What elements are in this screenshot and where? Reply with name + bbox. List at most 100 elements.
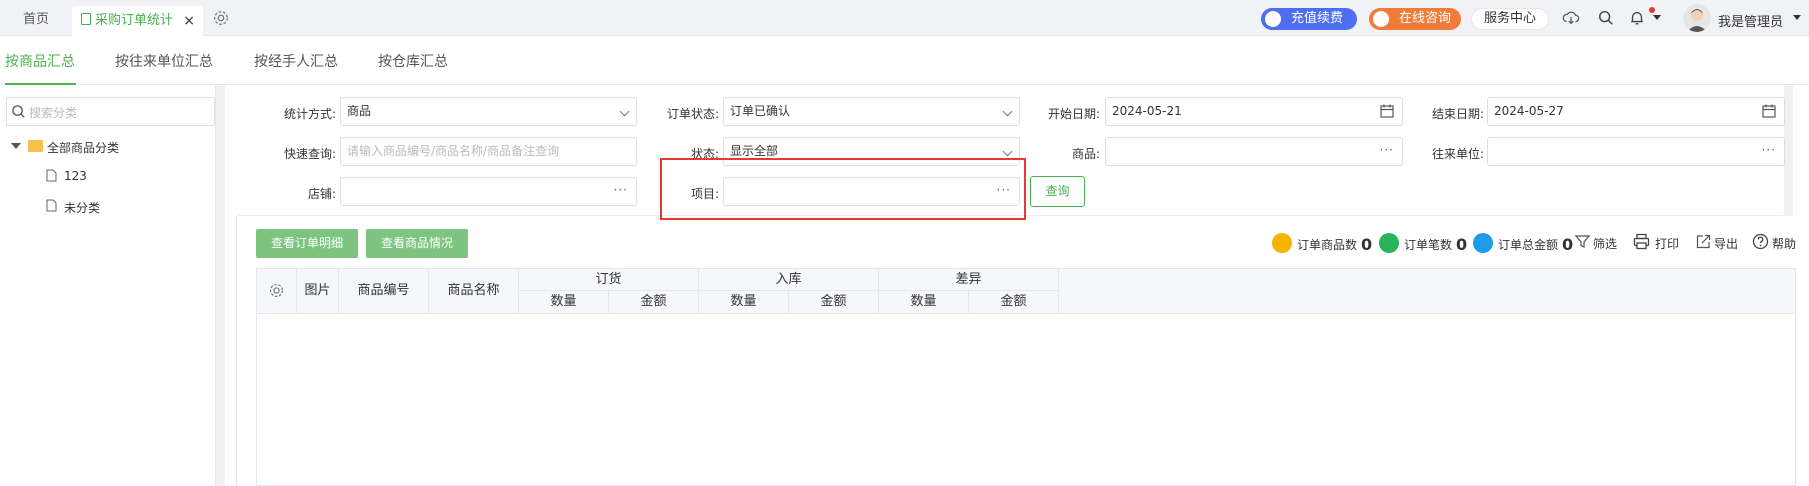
column-header-inbound-qty[interactable]: 数量 xyxy=(699,291,789,313)
order-count-icon xyxy=(1379,233,1399,253)
column-header-name[interactable]: 商品名称 xyxy=(429,269,519,313)
online-consult-button[interactable]: 在线咨询 xyxy=(1369,8,1461,30)
filter-button[interactable]: 筛选 xyxy=(1593,235,1617,252)
column-header-code[interactable]: 商品编号 xyxy=(339,269,429,313)
order-status-value: 订单已确认 xyxy=(730,104,791,118)
chevron-down-icon[interactable] xyxy=(1653,15,1661,20)
chevron-down-icon xyxy=(619,106,630,117)
tab-by-warehouse[interactable]: 按仓库汇总 xyxy=(378,51,448,71)
total-amount-icon xyxy=(1473,233,1493,253)
more-icon[interactable]: ··· xyxy=(1762,137,1776,164)
calendar-icon[interactable] xyxy=(1762,104,1776,118)
chat-icon xyxy=(1373,11,1389,27)
active-tab-underline xyxy=(5,83,76,85)
tab-by-product[interactable]: 按商品汇总 xyxy=(5,51,75,71)
column-group-order: 订货 xyxy=(519,269,699,291)
order-count: 订单笔数 0 xyxy=(1404,235,1467,254)
start-date-value: 2024-05-21 xyxy=(1112,104,1182,118)
order-total-amount: 订单总金额 0 xyxy=(1498,235,1573,254)
folder-icon xyxy=(28,140,43,152)
order-product-count: 订单商品数 0 xyxy=(1297,235,1372,254)
view-product-button[interactable]: 查看商品情况 xyxy=(366,229,468,258)
column-header-order-qty[interactable]: 数量 xyxy=(519,291,609,313)
tree-expand-icon[interactable] xyxy=(11,143,21,149)
chevron-down-icon xyxy=(1002,106,1013,117)
tab-by-handler[interactable]: 按经手人汇总 xyxy=(254,51,338,71)
recharge-label: 充值续费 xyxy=(1291,11,1344,26)
help-button[interactable]: 帮助 xyxy=(1772,235,1796,252)
recharge-button[interactable]: 充值续费 xyxy=(1261,8,1357,30)
tree-root-all-categories[interactable]: 全部商品分类 xyxy=(47,139,119,156)
grid-header: 图片 商品编号 商品名称 订货 数量 金额 入库 数量 金额 差异 数量 金额 xyxy=(257,269,1795,314)
column-header-image[interactable]: 图片 xyxy=(297,269,339,313)
gear-icon[interactable] xyxy=(212,9,230,27)
file-icon xyxy=(46,199,57,212)
status-value: 显示全部 xyxy=(730,144,779,158)
quick-query-input[interactable]: 请输入商品编号/商品名称/商品备注查询 xyxy=(340,137,637,166)
store-label: 店铺: xyxy=(307,187,336,201)
chevron-down-icon[interactable] xyxy=(1793,15,1801,20)
tab-home[interactable]: 首页 xyxy=(0,0,72,36)
query-button[interactable]: 查询 xyxy=(1030,176,1085,207)
end-date-value: 2024-05-27 xyxy=(1494,104,1564,118)
category-search-input[interactable]: 搜索分类 xyxy=(6,97,215,126)
tree-item-uncategorized[interactable]: 未分类 xyxy=(64,199,100,216)
column-header-diff-qty[interactable]: 数量 xyxy=(879,291,969,313)
consult-label: 在线咨询 xyxy=(1399,11,1452,26)
document-icon xyxy=(81,13,91,25)
form-scrollbar[interactable] xyxy=(1784,86,1793,216)
header-divider xyxy=(519,290,1059,291)
view-order-detail-button[interactable]: 查看订单明细 xyxy=(256,229,358,258)
export-button[interactable]: 导出 xyxy=(1714,235,1738,252)
column-header-diff-amount[interactable]: 金额 xyxy=(969,291,1059,313)
column-settings-cell[interactable] xyxy=(257,269,297,313)
printer-icon[interactable] xyxy=(1633,233,1650,250)
order-status-select[interactable]: 订单已确认 xyxy=(723,97,1020,126)
partner-picker[interactable]: ··· xyxy=(1487,137,1785,166)
column-group-inbound: 入库 xyxy=(699,269,879,291)
highlight-box xyxy=(660,158,1026,220)
end-date-input[interactable]: 2024-05-27 xyxy=(1487,97,1785,126)
divider xyxy=(236,216,237,486)
more-icon[interactable]: ··· xyxy=(1380,137,1394,164)
column-header-inbound-amount[interactable]: 金额 xyxy=(789,291,879,313)
column-header-order-amount[interactable]: 金额 xyxy=(609,291,699,313)
gear-icon[interactable] xyxy=(268,282,285,299)
end-date-label: 结束日期: xyxy=(1431,107,1484,121)
start-date-input[interactable]: 2024-05-21 xyxy=(1105,97,1403,126)
tree-item-123[interactable]: 123 xyxy=(64,169,87,183)
tab-purchase-order-stats[interactable]: 采购订单统计 × xyxy=(72,6,203,36)
money-bag-icon xyxy=(1265,11,1281,27)
tab-label: 采购订单统计 xyxy=(95,13,174,28)
user-name[interactable]: 我是管理员 xyxy=(1718,11,1783,30)
calendar-icon[interactable] xyxy=(1380,104,1394,118)
stat-mode-label: 统计方式: xyxy=(283,107,336,121)
avatar[interactable] xyxy=(1683,4,1711,32)
quick-query-placeholder: 请输入商品编号/商品名称/商品备注查询 xyxy=(347,144,560,158)
export-icon[interactable] xyxy=(1695,233,1712,250)
service-center-button[interactable]: 服务中心 xyxy=(1471,8,1549,30)
stat-value: 0 xyxy=(1456,235,1468,254)
more-icon[interactable]: ··· xyxy=(614,177,628,204)
close-tab-icon[interactable]: × xyxy=(183,6,195,36)
help-icon[interactable] xyxy=(1752,233,1769,250)
stat-mode-select[interactable]: 商品 xyxy=(340,97,637,126)
store-picker[interactable]: ··· xyxy=(340,177,637,206)
search-placeholder: 搜索分类 xyxy=(29,106,78,120)
product-picker[interactable]: ··· xyxy=(1105,137,1403,166)
quick-query-label: 快速查询: xyxy=(283,147,336,161)
data-grid: 图片 商品编号 商品名称 订货 数量 金额 入库 数量 金额 差异 数量 金额 xyxy=(256,268,1796,486)
print-button[interactable]: 打印 xyxy=(1655,235,1679,252)
bell-icon[interactable] xyxy=(1628,9,1646,27)
product-count-icon xyxy=(1272,233,1292,253)
cloud-download-icon[interactable] xyxy=(1562,9,1580,27)
tab-by-partner[interactable]: 按往来单位汇总 xyxy=(115,51,213,71)
filter-icon[interactable] xyxy=(1574,233,1591,250)
user-avatar-icon xyxy=(1687,9,1707,32)
sidebar-scrollbar[interactable] xyxy=(216,86,225,486)
search-icon xyxy=(12,105,25,118)
stat-value: 0 xyxy=(1562,235,1574,254)
stat-value: 0 xyxy=(1361,235,1373,254)
search-icon[interactable] xyxy=(1597,9,1615,27)
stat-mode-value: 商品 xyxy=(347,104,372,118)
